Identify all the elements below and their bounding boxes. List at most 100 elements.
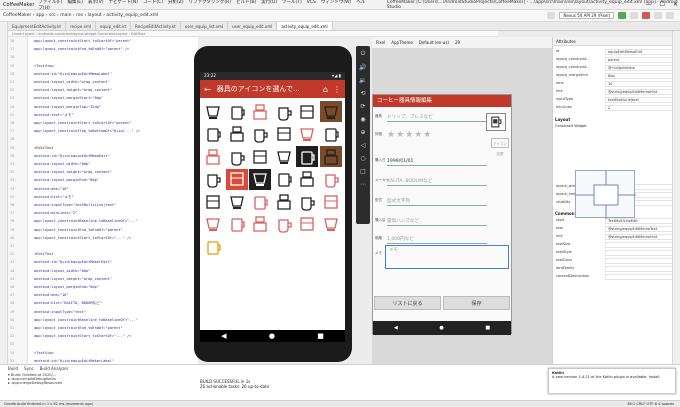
sync-icon[interactable]: [654, 12, 662, 19]
menu-item[interactable]: 表示(V): [88, 0, 104, 5]
espresso-machine-icon[interactable]: [319, 101, 342, 122]
tower-icon[interactable]: [249, 191, 271, 212]
french-press-icon[interactable]: [296, 101, 318, 122]
coffee-beans-icon[interactable]: [202, 124, 224, 145]
menu-item[interactable]: 分析(Z): [168, 0, 184, 5]
nav-recent-icon[interactable]: ■: [317, 332, 324, 340]
attribute-value[interactable]: @string/equipEditMemoHint: [605, 234, 673, 240]
rotate-right-icon[interactable]: ⟳: [360, 103, 365, 110]
model-field[interactable]: 型式文字列: [387, 197, 487, 206]
nav-breadcrumb[interactable]: CoffeeMaker › app › src › main › res › l…: [3, 13, 158, 18]
kettle-icon[interactable]: [226, 101, 248, 122]
close-icon[interactable]: ✕: [673, 1, 678, 8]
menu-item[interactable]: ビルド(B): [236, 0, 256, 5]
minimize-icon[interactable]: —: [646, 1, 652, 8]
tin-icon[interactable]: [249, 168, 271, 190]
menu-item[interactable]: ツール(T): [282, 0, 302, 5]
glass-icon[interactable]: [273, 169, 295, 190]
jar-icon[interactable]: [320, 169, 342, 190]
attribute-value[interactable]: [605, 274, 673, 280]
editor-tab[interactable]: recipe.xml: [66, 22, 96, 30]
menu-item[interactable]: リファクタリング(R): [189, 0, 231, 5]
search-icon[interactable]: [666, 12, 674, 19]
grid-icon[interactable]: [226, 191, 248, 212]
maker-field[interactable]: KALITA, BODUMなど: [387, 177, 487, 186]
rating-stars[interactable]: ★★★★★: [387, 130, 432, 140]
red-cup2-icon[interactable]: [226, 214, 248, 235]
red-roaster-icon[interactable]: [320, 214, 342, 235]
editor-tab[interactable]: EquipmentEditActivity.kt: [8, 22, 67, 30]
nav-home-icon[interactable]: ●: [269, 332, 275, 340]
camera-icon[interactable]: ◉: [360, 116, 365, 123]
attribute-value[interactable]: [605, 242, 673, 248]
editor-tab[interactable]: activity_equip_edit.xml: [277, 22, 333, 30]
volume-up-icon[interactable]: 🔊: [359, 64, 366, 71]
coffee-grinder-icon[interactable]: [249, 101, 271, 122]
attribute-value[interactable]: [605, 258, 673, 264]
save-button[interactable]: 保存: [443, 296, 510, 310]
nav-back-icon[interactable]: ◀: [221, 332, 226, 340]
can-icon[interactable]: [225, 168, 248, 190]
equip-name-field[interactable]: ドリップ、プレスなど: [387, 113, 487, 122]
menu-item[interactable]: コード(C): [143, 0, 163, 5]
menu-item[interactable]: ウィンドウ(W): [321, 0, 351, 5]
menu-item[interactable]: 編集(E): [68, 0, 83, 5]
blank-icon[interactable]: [226, 146, 248, 167]
emulator-screen[interactable]: 23:22 ▾◢ ▮ ← 器具のアイコンを選んで... ⌂ ⋮ ◀ ● ■: [200, 72, 345, 342]
emu-more-icon[interactable]: ⋯: [360, 181, 366, 188]
build-tree-item[interactable]: ▸ :app:mergeDebugResources: [8, 381, 198, 385]
build-tab[interactable]: Build Analyzer: [40, 365, 69, 372]
attribute-value[interactable]: 2: [605, 105, 673, 111]
volume-down-icon[interactable]: 🔉: [359, 77, 366, 84]
emu-overview-icon[interactable]: □: [360, 168, 366, 175]
notification-popup[interactable]: Kotlin A new version 1.4.21 of the Kotli…: [548, 368, 676, 394]
back-to-list-button[interactable]: リストに戻る: [374, 296, 441, 310]
attribute-value[interactable]: [605, 266, 673, 272]
device-selector[interactable]: Nexus 5X API 29 (Pixel): [559, 12, 614, 19]
emu-back-icon[interactable]: ◁: [361, 142, 366, 149]
home-icon[interactable]: ⌂: [323, 85, 328, 94]
hammer-icon[interactable]: [547, 12, 556, 19]
menu-item[interactable]: VCS: [307, 0, 316, 5]
cafe-shop-icon[interactable]: [249, 146, 271, 167]
maximize-icon[interactable]: ☐: [660, 1, 665, 8]
attribute-value[interactable]: 8dp: [605, 73, 673, 79]
price-field[interactable]: 1,000円など: [387, 235, 487, 244]
design-toolbar-item[interactable]: Default (en-us): [419, 37, 449, 48]
overflow-menu-icon[interactable]: ⋮: [333, 85, 341, 94]
memo-field-selected[interactable]: メモ: [385, 245, 509, 269]
rotate-left-icon[interactable]: ⟲: [360, 90, 365, 97]
box-icon[interactable]: [202, 191, 224, 212]
attribute-value[interactable]: [605, 250, 673, 256]
design-toolbar-item[interactable]: AppTheme: [391, 37, 413, 48]
attribute-value[interactable]: @string/equipEditMemoHint: [605, 89, 673, 95]
shop-field[interactable]: 雷鳥ハンズなど: [387, 217, 487, 226]
machine-icon[interactable]: [296, 146, 318, 167]
menu-item[interactable]: ナビゲート(N): [108, 0, 137, 5]
debug-icon[interactable]: [630, 12, 638, 19]
stop-icon[interactable]: [642, 12, 650, 19]
editor-tab[interactable]: user_equip_list.xml: [181, 22, 229, 30]
build-tab[interactable]: Sync: [24, 365, 34, 372]
scale-icon[interactable]: [273, 124, 295, 145]
kettle2-icon[interactable]: [273, 191, 295, 212]
menu-item[interactable]: 実行(U): [261, 0, 277, 5]
emu-home-icon[interactable]: ○: [360, 155, 365, 162]
attribute-value[interactable]: 10: [605, 81, 673, 87]
cup-icon[interactable]: [486, 113, 506, 131]
editor-tab[interactable]: user_equip_edit.xml: [228, 22, 278, 30]
attribute-value[interactable]: @+id/guideline: [605, 65, 673, 71]
attribute-value[interactable]: equipEditMemoEdit: [605, 49, 673, 55]
red-pot-icon[interactable]: [249, 214, 271, 235]
iced-drink-icon[interactable]: [202, 236, 224, 257]
run-icon[interactable]: [618, 12, 626, 19]
metal-filter-icon[interactable]: [320, 124, 342, 145]
attribute-value[interactable]: @string/equipEditMemoText: [605, 226, 673, 232]
editor-tab[interactable]: equip_edit.kt: [96, 22, 132, 30]
red-jug-icon[interactable]: [296, 214, 318, 235]
canister-icon[interactable]: [296, 124, 318, 145]
mug-icon[interactable]: [273, 101, 295, 122]
red-cup-icon[interactable]: [202, 214, 224, 235]
design-toolbar-item[interactable]: Pixel: [376, 37, 385, 48]
purchase-date-field[interactable]: 1999/01/01: [387, 157, 487, 166]
